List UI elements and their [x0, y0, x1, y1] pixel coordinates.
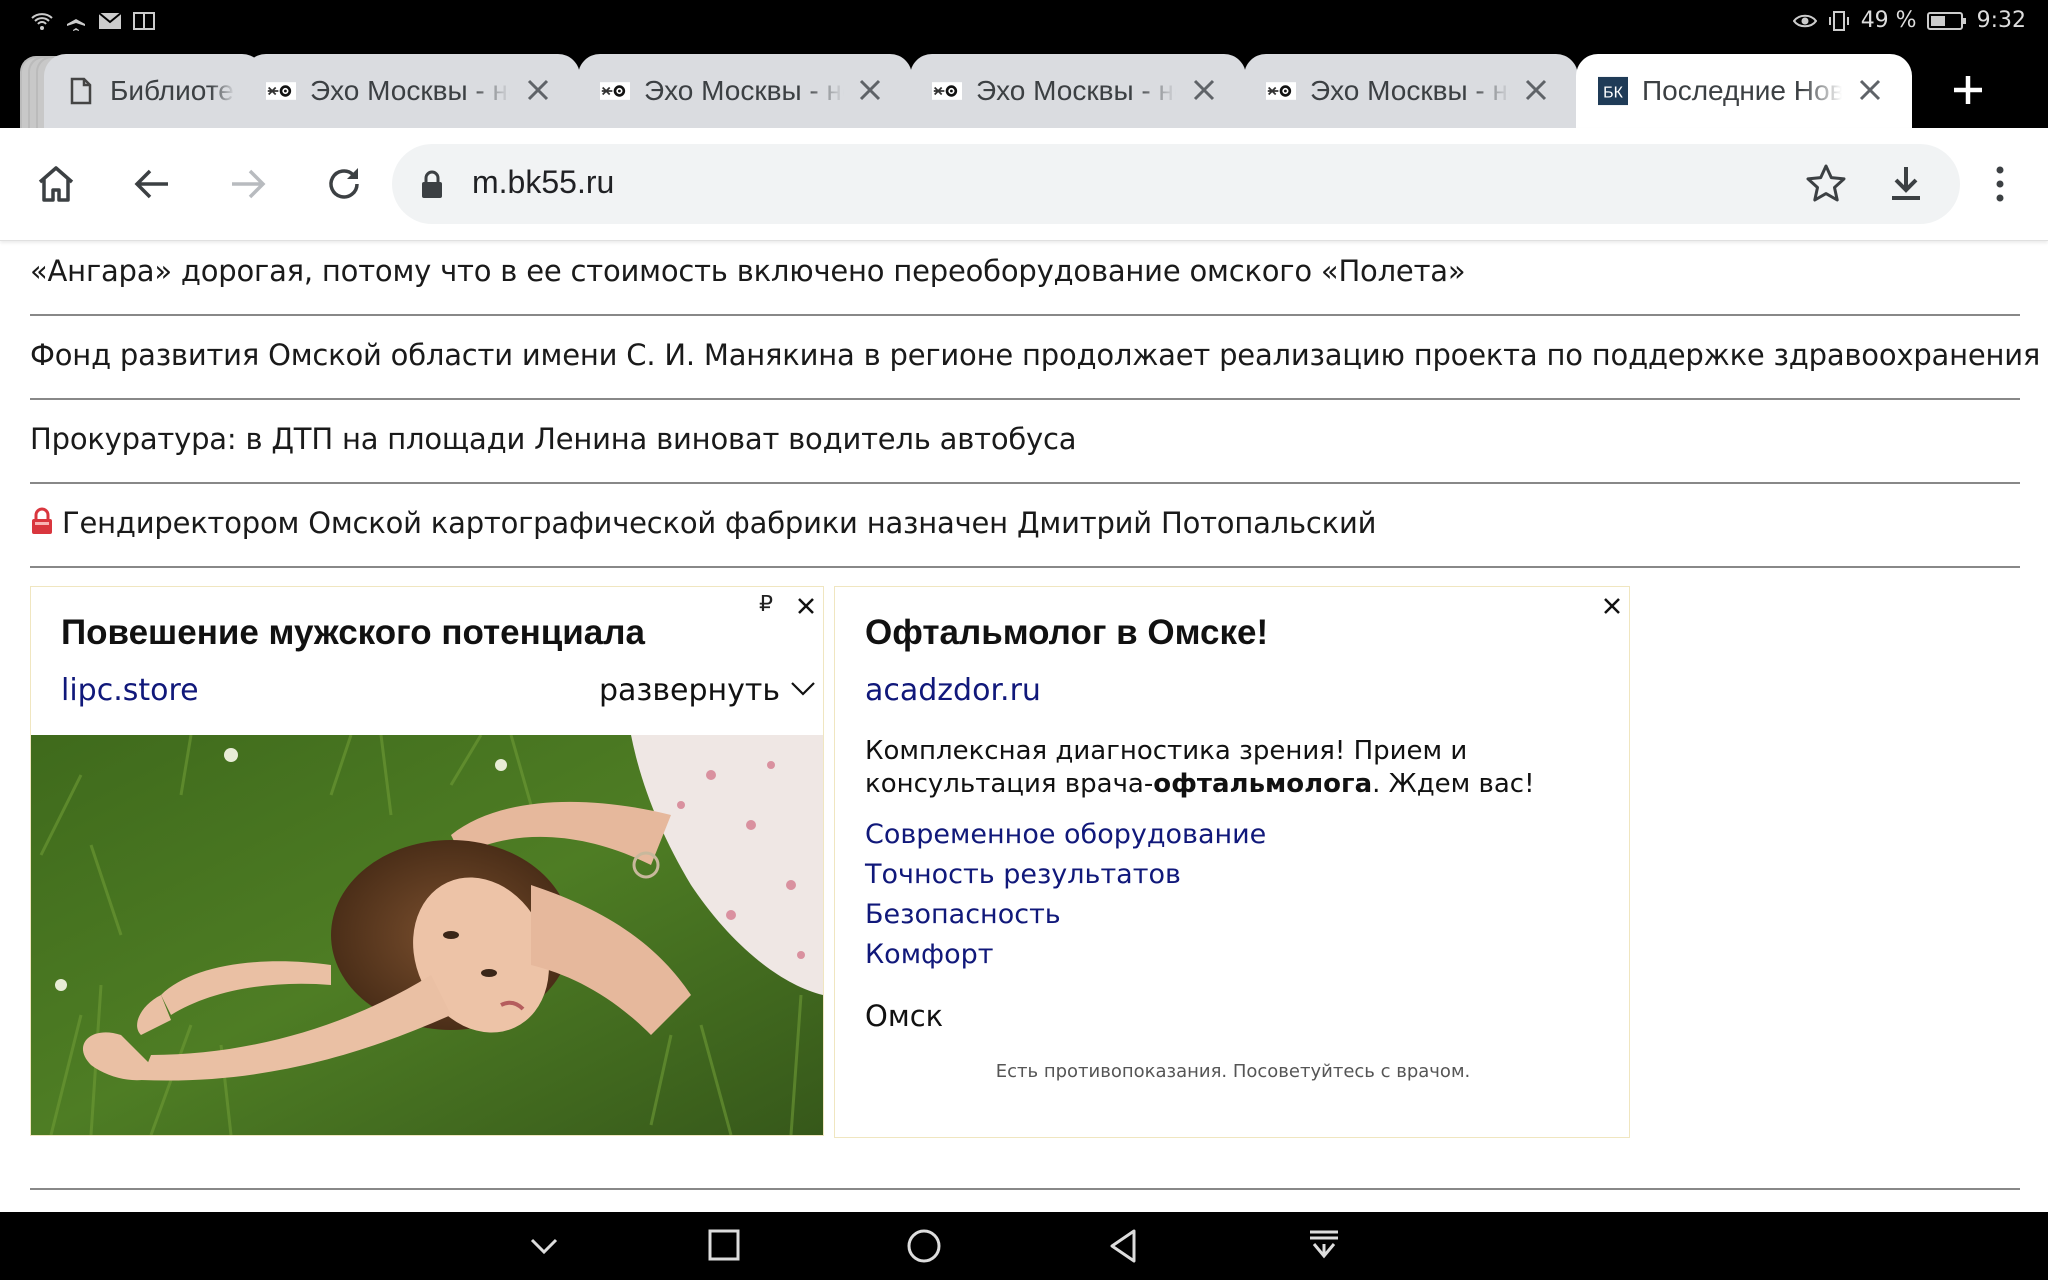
- ad-block-2[interactable]: Офтальмолог в Омске! acadzdor.ru Комплек…: [834, 586, 1630, 1138]
- bookmark-star-icon[interactable]: [1804, 162, 1848, 206]
- ad-description: Комплексная диагностика зрения! Прием и …: [865, 735, 1585, 801]
- back-triangle-icon[interactable]: [1104, 1228, 1144, 1264]
- reload-button[interactable]: [318, 158, 370, 210]
- ad-currency-badge: ₽: [759, 591, 773, 616]
- bk-logo-icon: БК: [1598, 76, 1628, 106]
- forward-button[interactable]: [222, 158, 274, 210]
- home-circle-icon[interactable]: [904, 1228, 944, 1264]
- tab-title: Эхо Москвы - новости: [644, 75, 844, 106]
- ad-description-bold: офтальмолога: [1153, 769, 1373, 799]
- tab-echo-4[interactable]: Эхо Москвы - новости: [1244, 54, 1578, 128]
- tab-library[interactable]: Библиотека: [44, 54, 264, 128]
- clock: 9:32: [1976, 8, 2026, 33]
- news-list: «Ангара» дорогая, потому что в ее стоимо…: [30, 240, 2040, 568]
- ad-close-icon[interactable]: [1601, 595, 1623, 617]
- address-bar[interactable]: m.bk55.ru: [392, 144, 1960, 224]
- tab-title: Эхо Москвы - новости: [310, 75, 510, 106]
- new-tab-plus-icon[interactable]: [1944, 66, 1992, 114]
- svg-text:БК: БК: [1603, 85, 1623, 102]
- tab-strip: Библиотека Эхо Москвы - новости Эхо Моск…: [0, 48, 2048, 130]
- eye-comfort-icon: [1792, 14, 1817, 27]
- tab-title: Эхо Москвы - новости: [1310, 75, 1510, 106]
- news-item[interactable]: Прокуратура: в ДТП на площади Ленина вин…: [30, 400, 2020, 484]
- page-icon: [66, 76, 96, 106]
- wifi-icon: [31, 13, 53, 30]
- close-tab-icon[interactable]: [1520, 74, 1552, 106]
- ad-disclaimer: Есть противопоказания. Посоветуйтесь с в…: [995, 1061, 1471, 1082]
- tab-echo-2[interactable]: Эхо Москвы - новости: [578, 54, 912, 128]
- tab-title: Эхо Москвы - новости: [976, 75, 1176, 106]
- ad-close-icon[interactable]: [795, 595, 817, 617]
- close-tab-icon[interactable]: [854, 74, 886, 106]
- ad-photo-woman-on-grass[interactable]: [31, 735, 823, 1135]
- notification-pulldown-icon[interactable]: [1304, 1228, 1344, 1264]
- tab-echo-1[interactable]: Эхо Москвы - новости: [244, 54, 580, 128]
- tab-title: Библиотека: [110, 75, 235, 106]
- book-icon: [133, 12, 155, 30]
- battery-percent: 49 %: [1860, 8, 1917, 33]
- ad-sitelink[interactable]: Точность результатов: [865, 859, 1266, 899]
- close-tab-icon[interactable]: [1188, 74, 1220, 106]
- chevron-down-icon: [790, 682, 815, 696]
- back-arrow-icon: [134, 169, 168, 199]
- ad-title[interactable]: Офтальмолог в Омске!: [865, 613, 1268, 653]
- home-icon: [38, 166, 74, 202]
- ad-expand-toggle[interactable]: развернуть: [599, 673, 816, 708]
- browser-toolbar: m.bk55.ru: [0, 128, 2048, 241]
- ad-block-1[interactable]: Повешение мужского потенциала ₽ lipc.sto…: [30, 586, 824, 1136]
- mail-icon: [98, 12, 122, 29]
- ad-sitelink[interactable]: Безопасность: [865, 899, 1266, 939]
- ad-domain-link[interactable]: acadzdor.ru: [865, 673, 1041, 708]
- url-text[interactable]: m.bk55.ru: [472, 164, 614, 201]
- status-icons-right: 49 % 9:32: [1792, 8, 2026, 33]
- news-headline[interactable]: Гендиректором Омской картографической фа…: [62, 506, 1376, 540]
- battery-icon: [1926, 11, 1966, 30]
- echo-logo-icon: [1266, 76, 1296, 106]
- tab-echo-3[interactable]: Эхо Москвы - новости: [910, 54, 1246, 128]
- hide-nav-chevron-icon[interactable]: [524, 1228, 564, 1264]
- ad-title[interactable]: Повешение мужского потенциала: [61, 613, 645, 653]
- paywall-lock-icon: [32, 507, 52, 534]
- download-icon[interactable]: [1884, 162, 1928, 206]
- tab-bk55-active[interactable]: БК Последние Новости: [1576, 54, 1912, 128]
- close-tab-icon[interactable]: [1854, 74, 1886, 106]
- ad-sitelink[interactable]: Комфорт: [865, 939, 1266, 979]
- reload-icon: [329, 168, 359, 199]
- news-item[interactable]: Гендиректором Омской картографической фа…: [30, 484, 2020, 568]
- overflow-menu-icon[interactable]: [1980, 158, 2020, 210]
- home-button[interactable]: [30, 158, 82, 210]
- close-tab-icon[interactable]: [522, 74, 554, 106]
- status-bar: 49 % 9:32: [0, 0, 2048, 48]
- news-item[interactable]: Фонд развития Омской области имени С. И.…: [30, 316, 2040, 400]
- ad-domain-link[interactable]: lipc.store: [61, 673, 199, 708]
- ad-city: Омск: [865, 999, 944, 1033]
- vibrate-icon: [1828, 10, 1849, 31]
- ad-expand-label: развернуть: [599, 673, 781, 708]
- back-button[interactable]: [126, 158, 178, 210]
- ad-sitelink[interactable]: Современное оборудование: [865, 819, 1266, 859]
- status-icons-left: [30, 10, 156, 32]
- news-headline-row: Гендиректором Омской картографической фа…: [30, 506, 1376, 540]
- forward-arrow-icon: [232, 169, 266, 199]
- divider: [30, 1188, 2020, 1190]
- echo-logo-icon: [600, 76, 630, 106]
- ad-sitelinks: Современное оборудование Точность резуль…: [865, 819, 1266, 979]
- lock-icon: [422, 170, 442, 198]
- news-item[interactable]: «Ангара» дорогая, потому что в ее стоимо…: [30, 240, 2020, 316]
- recent-apps-square-icon[interactable]: [704, 1228, 744, 1264]
- news-headline[interactable]: «Ангара» дорогая, потому что в ее стоимо…: [30, 254, 1466, 288]
- airplane-mode-icon: [67, 11, 85, 31]
- news-headline[interactable]: Фонд развития Омской области имени С. И.…: [30, 338, 2040, 372]
- tab-title: Последние Новости: [1642, 75, 1842, 106]
- system-nav-bar: [0, 1212, 2048, 1280]
- echo-logo-icon: [932, 76, 962, 106]
- news-headline[interactable]: Прокуратура: в ДТП на площади Ленина вин…: [30, 422, 1077, 456]
- ad-description-text: . Ждем вас!: [1372, 769, 1535, 799]
- echo-logo-icon: [266, 76, 296, 106]
